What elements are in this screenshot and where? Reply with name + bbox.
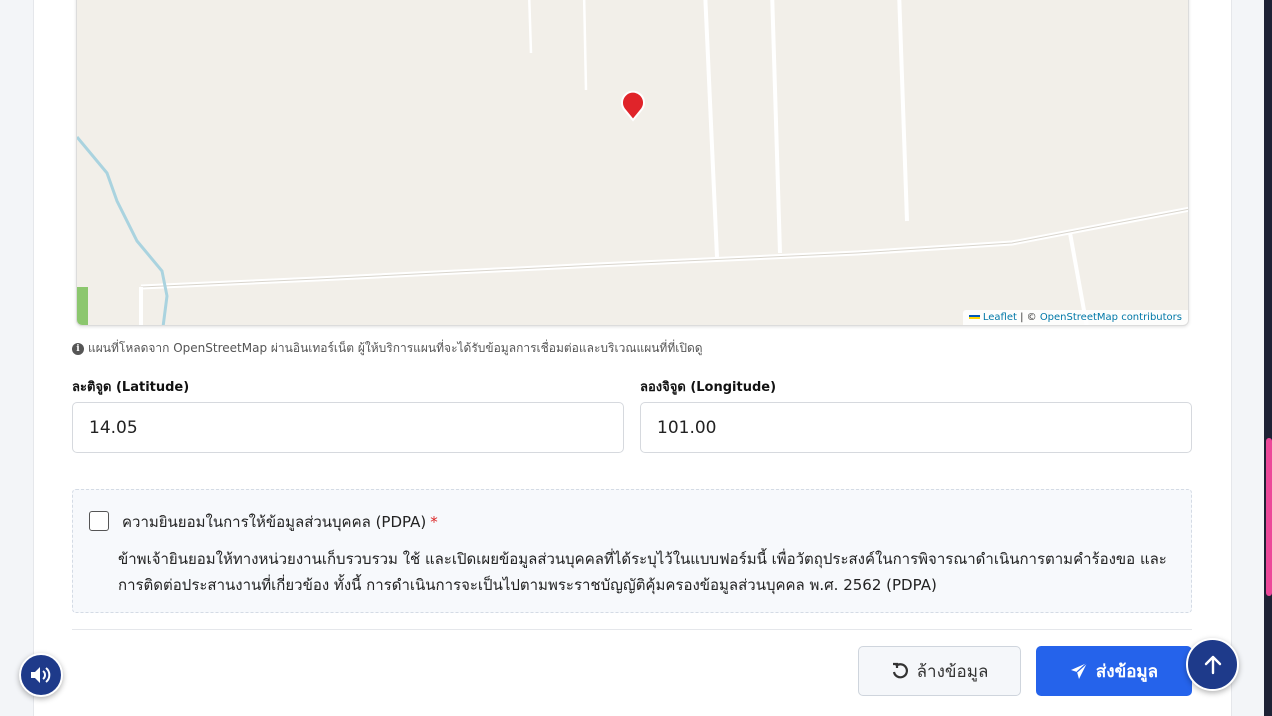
leaflet-link[interactable]: Leaflet (983, 312, 1017, 323)
map-note-text: แผนที่โหลดจาก OpenStreetMap ผ่านอินเทอร์… (88, 341, 703, 355)
paper-plane-icon (1070, 662, 1088, 679)
location-map[interactable]: Leaflet | © OpenStreetMap contributors (76, 0, 1189, 326)
pdpa-consent-body: ข้าพเจ้ายินยอมให้ทางหน่วยงานเก็บรวบรวม ใ… (118, 550, 1167, 594)
submit-button[interactable]: ส่งข้อมูล (1036, 646, 1192, 696)
map-pin-icon[interactable] (620, 90, 646, 122)
divider (72, 629, 1192, 630)
pdpa-consent-box: ความยินยอมในการให้ข้อมูลส่วนบุคคล (PDPA)… (72, 489, 1192, 613)
pdpa-consent-title[interactable]: ความยินยอมในการให้ข้อมูลส่วนบุคคล (PDPA)… (122, 510, 438, 534)
arrow-up-icon (1204, 655, 1221, 674)
latitude-label: ละติจูด (Latitude) (72, 380, 190, 395)
longitude-input[interactable] (640, 402, 1192, 453)
latitude-input[interactable] (72, 402, 624, 453)
text-to-speech-button[interactable] (19, 653, 63, 697)
page-scrollbar-thumb[interactable] (1266, 438, 1272, 596)
required-mark: * (430, 513, 438, 531)
speaker-icon (31, 667, 51, 683)
longitude-label: ลองจิจูด (Longitude) (640, 380, 777, 395)
reset-button[interactable]: ล้างข้อมูล (858, 646, 1021, 696)
osm-link[interactable]: OpenStreetMap contributors (1040, 312, 1182, 323)
info-icon: i (72, 342, 84, 355)
map-attribution: Leaflet | © OpenStreetMap contributors (962, 310, 1188, 325)
map-note: i แผนที่โหลดจาก OpenStreetMap ผ่านอินเทอ… (72, 339, 703, 358)
attribution-separator: | © (1016, 312, 1040, 323)
submit-button-label: ส่งข้อมูล (1095, 661, 1159, 682)
pdpa-consent-title-text: ความยินยอมในการให้ข้อมูลส่วนบุคคล (PDPA) (122, 513, 427, 531)
page-scrollbar[interactable] (1264, 0, 1272, 716)
scroll-to-top-button[interactable] (1186, 638, 1239, 691)
undo-icon (892, 662, 908, 679)
map-tiles (77, 0, 1188, 325)
reset-button-label: ล้างข้อมูล (916, 661, 989, 682)
pdpa-consent-checkbox[interactable] (89, 511, 109, 531)
ukraine-flag-icon (968, 315, 980, 319)
